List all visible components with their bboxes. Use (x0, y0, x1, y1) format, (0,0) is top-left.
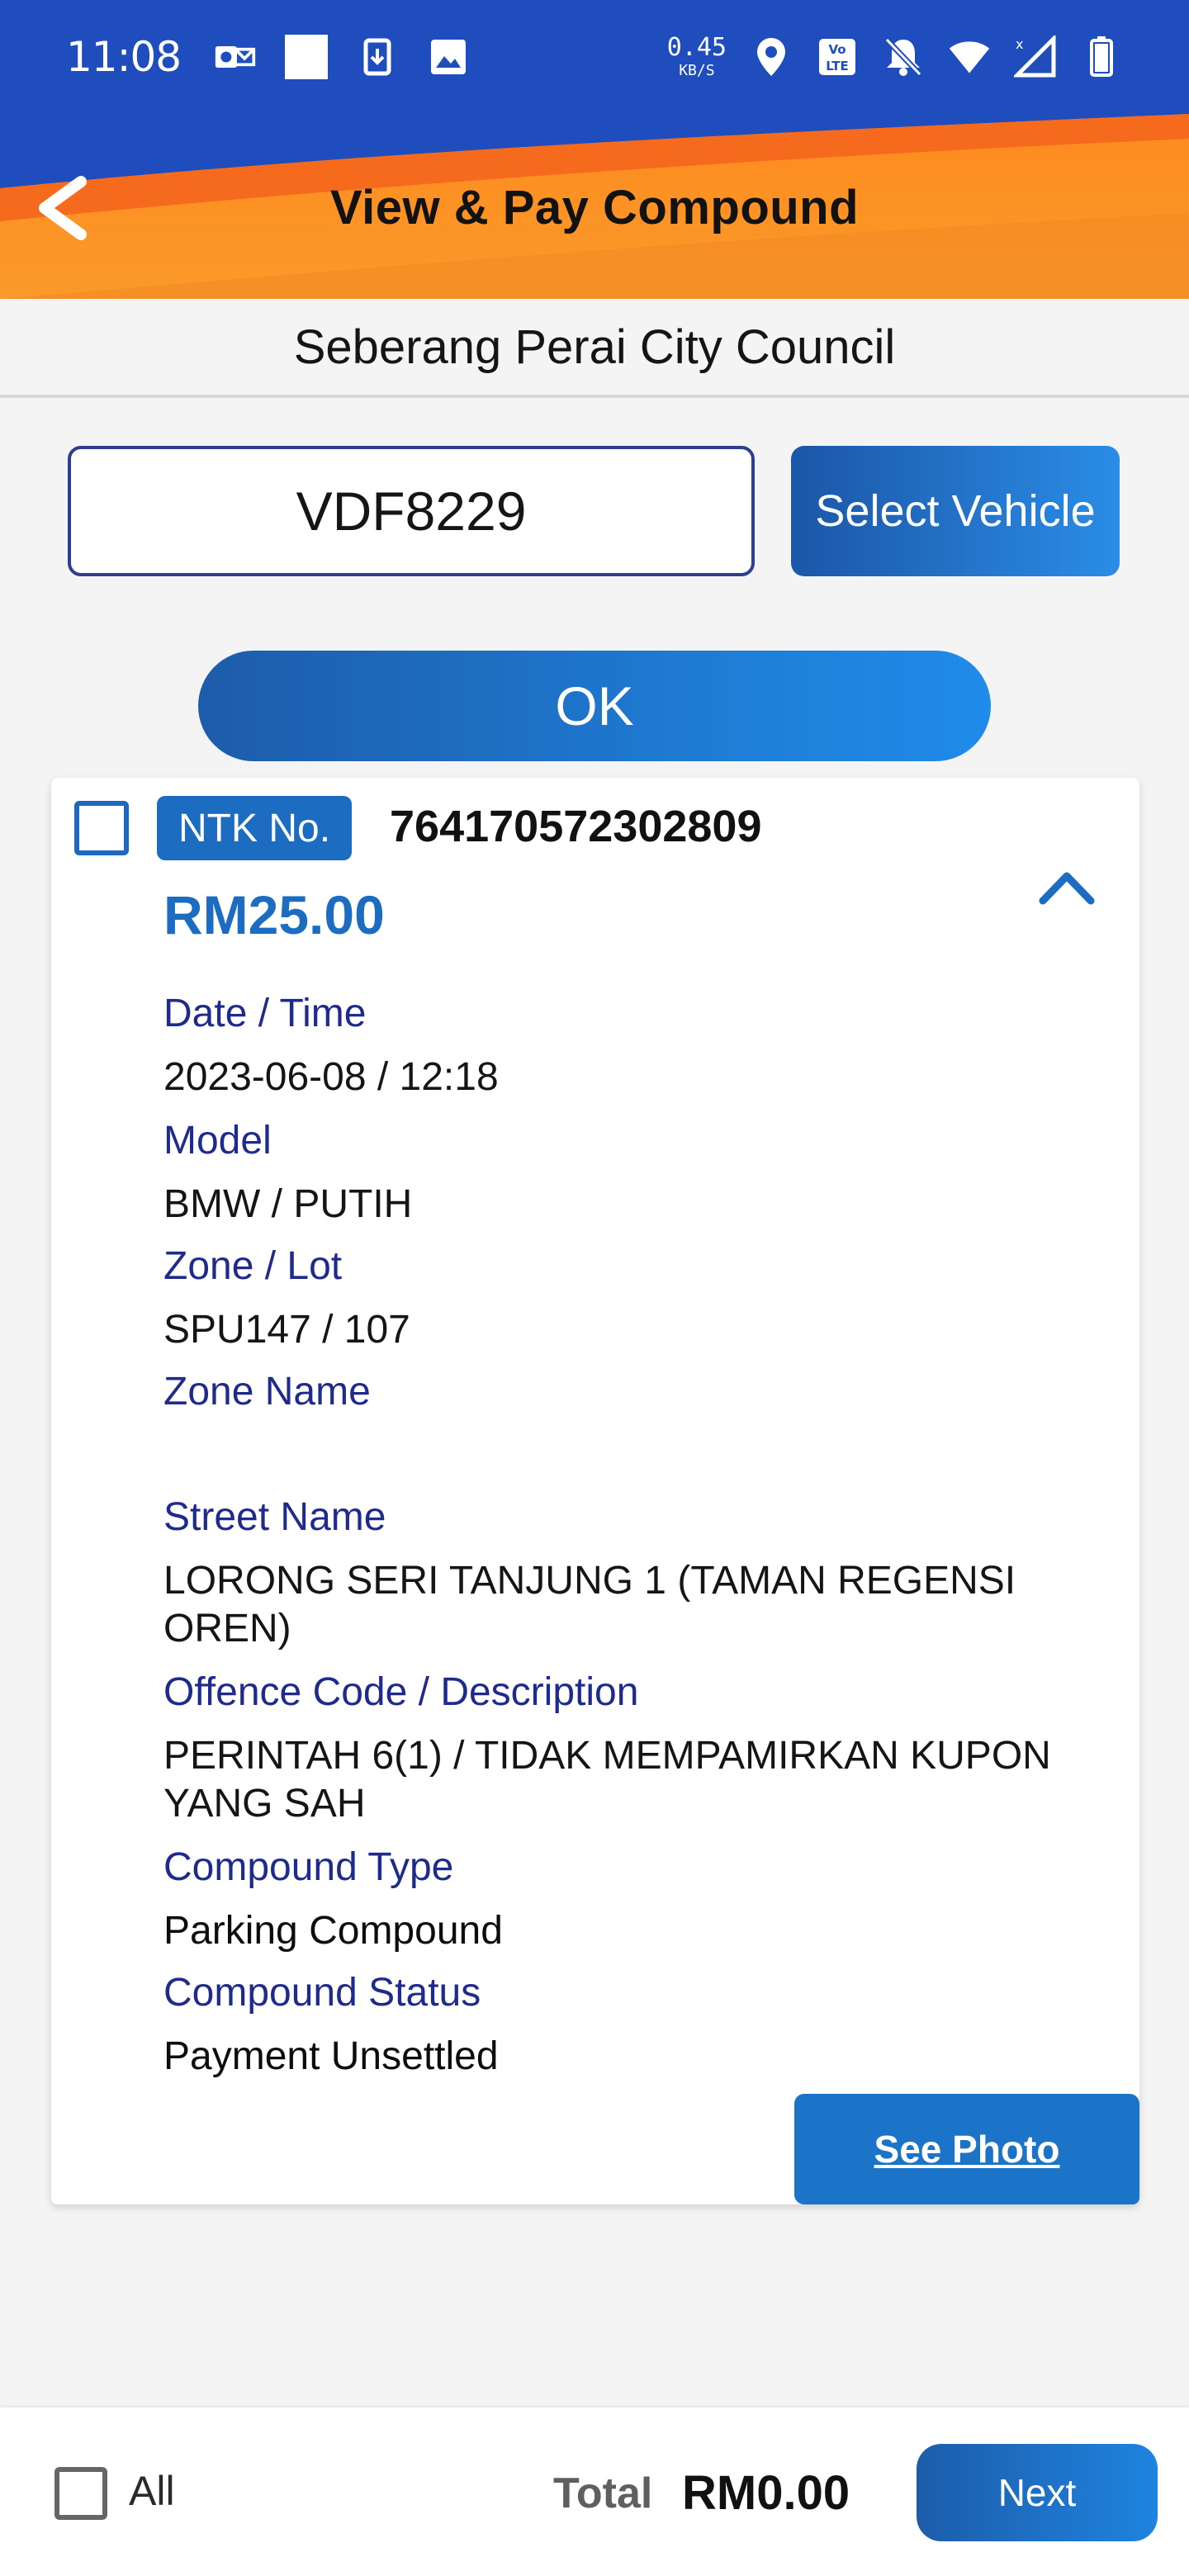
next-button[interactable]: Next (917, 2444, 1158, 2541)
compound-status-value: Payment Unsettled (163, 2034, 499, 2078)
location-icon (750, 36, 793, 78)
blank-notification-icon (285, 35, 329, 79)
bell-muted-icon (882, 36, 925, 78)
network-speed-unit: KB/S (679, 62, 715, 79)
chevron-up-icon (1039, 872, 1095, 905)
zone-name-label: Zone Name (163, 1370, 371, 1413)
street-name-value: LORONG SERI TANJUNG 1 (TAMAN REGENSI ORE… (163, 1559, 1016, 1650)
outlook-icon (214, 36, 257, 78)
app-header: View & Pay Compound (0, 114, 1189, 299)
system-icons: 0.45 KB/S Vo LTE x (667, 36, 1123, 78)
street-name-label: Street Name (163, 1495, 386, 1539)
ok-button[interactable]: OK (198, 651, 991, 761)
notification-icons (214, 35, 470, 79)
zone-lot-label: Zone / Lot (163, 1244, 343, 1288)
zone-lot-value: SPU147 / 107 (163, 1308, 410, 1352)
date-time-value: 2023-06-08 / 12:18 (163, 1055, 499, 1099)
select-vehicle-button[interactable]: Select Vehicle (791, 446, 1120, 576)
see-photo-button[interactable]: See Photo (794, 2094, 1139, 2204)
compound-amount: RM25.00 (163, 884, 385, 945)
image-icon (427, 36, 470, 78)
status-time: 11:08 (66, 33, 182, 81)
svg-text:LTE: LTE (826, 59, 849, 73)
vehicle-plate-input[interactable] (68, 446, 755, 576)
wifi-icon (948, 36, 991, 78)
volte-icon: Vo LTE (816, 36, 859, 78)
page-title: View & Pay Compound (329, 181, 860, 234)
compound-type-label: Compound Type (163, 1845, 454, 1889)
date-time-label: Date / Time (163, 992, 367, 1035)
status-bar: 11:08 0.45 KB/S Vo LTE x (0, 0, 1189, 114)
compound-status-label: Compound Status (163, 1971, 481, 2015)
select-all-checkbox[interactable] (54, 2467, 107, 2520)
total-label: Total (553, 2469, 653, 2517)
ntk-number: 764170572302809 (390, 802, 762, 851)
model-value: BMW / PUTIH (163, 1182, 413, 1226)
svg-text:Vo: Vo (828, 42, 846, 57)
svg-text:x: x (1016, 36, 1023, 52)
compound-card: NTK No. 764170572302809 RM25.00 Date / T… (51, 778, 1139, 2204)
model-label: Model (163, 1119, 272, 1163)
council-name: Seberang Perai City Council (0, 299, 1189, 398)
collapse-button[interactable] (1034, 862, 1100, 912)
offence-value: PERINTAH 6(1) / TIDAK MEMPAMIRKAN KUPON … (163, 1734, 1051, 1825)
network-speed: 0.45 KB/S (667, 36, 727, 78)
battery-icon (1080, 36, 1123, 78)
offence-label: Offence Code / Description (163, 1670, 639, 1714)
bottom-bar: All Total RM0.00 Next (0, 2408, 1189, 2576)
download-icon (356, 36, 399, 78)
compound-type-value: Parking Compound (163, 1909, 503, 1953)
network-speed-value: 0.45 (666, 33, 727, 62)
signal-icon: x (1014, 36, 1057, 78)
compound-checkbox[interactable] (74, 801, 129, 855)
ntk-badge: NTK No. (157, 796, 353, 860)
total-value: RM0.00 (682, 2466, 850, 2520)
select-all-label: All (129, 2468, 175, 2514)
